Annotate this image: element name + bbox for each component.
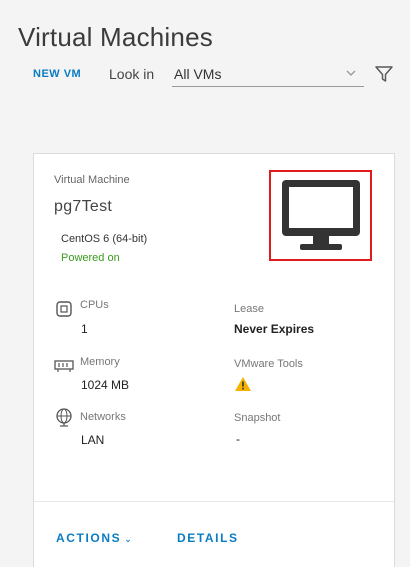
vmware-tools-label: VMware Tools: [234, 358, 303, 370]
chevron-down-icon: ⌄: [124, 534, 132, 544]
memory-value: 1024 MB: [81, 378, 130, 392]
vm-power-state: Powered on: [61, 252, 120, 264]
details-button[interactable]: DETAILS: [177, 531, 239, 545]
network-icon: [56, 408, 72, 427]
vm-thumbnail[interactable]: [269, 170, 372, 261]
networks-value: LAN: [81, 433, 105, 447]
memory-icon: [54, 360, 74, 372]
card-divider: [34, 501, 394, 502]
page-title: Virtual Machines: [18, 22, 213, 52]
chevron-down-icon: [346, 70, 356, 76]
warning-icon: [235, 377, 251, 391]
filter-icon[interactable]: [374, 65, 394, 83]
vm-type-label: Virtual Machine: [54, 174, 130, 186]
cpus-label: CPUs: [80, 299, 109, 311]
cpus-value: 1: [81, 322, 88, 336]
new-vm-button[interactable]: NEW VM: [33, 68, 81, 80]
look-in-select[interactable]: All VMs: [172, 64, 364, 87]
networks-label: Networks: [80, 411, 126, 423]
monitor-icon: [282, 180, 360, 250]
snapshot-value: -: [236, 432, 240, 446]
look-in-label: Look in: [109, 66, 155, 82]
lease-label: Lease: [234, 303, 264, 315]
actions-button[interactable]: ACTIONS ⌄: [56, 531, 132, 545]
cpu-icon: [56, 301, 72, 317]
lease-value: Never Expires: [234, 322, 315, 336]
toolbar: NEW VM Look in All VMs: [33, 64, 405, 90]
vm-card: Virtual Machine pg7Test CentOS 6 (64-bit…: [33, 153, 395, 567]
snapshot-label: Snapshot: [234, 412, 281, 424]
memory-label: Memory: [80, 356, 120, 368]
vm-os: CentOS 6 (64-bit): [61, 233, 148, 245]
vm-name[interactable]: pg7Test: [54, 198, 112, 216]
actions-label: ACTIONS: [56, 531, 122, 545]
look-in-selected-value: All VMs: [174, 66, 222, 82]
